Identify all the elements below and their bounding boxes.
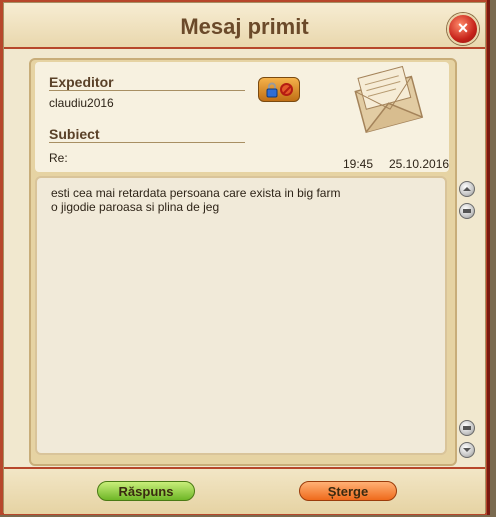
- message-text: esti cea mai retardata persoana care exi…: [51, 186, 341, 214]
- envelope-icon: [354, 65, 426, 143]
- close-button[interactable]: ×: [447, 13, 479, 45]
- scroll-down-button[interactable]: [459, 420, 475, 436]
- window-frame: Mesaj primit × Expeditor claudiu2016 Sub…: [0, 0, 490, 515]
- subject-label: Subiect: [49, 126, 100, 142]
- block-sender-button[interactable]: [258, 77, 300, 102]
- message-time: 19:45: [343, 157, 374, 171]
- sender-label: Expeditor: [49, 74, 114, 90]
- message-body[interactable]: esti cea mai retardata persoana care exi…: [35, 176, 447, 455]
- sender-value: claudiu2016: [49, 96, 114, 110]
- scroll-top-button[interactable]: [459, 181, 475, 197]
- scroll-up-icon: [463, 209, 471, 213]
- ban-icon: [279, 83, 293, 96]
- reply-button[interactable]: Răspuns: [97, 481, 195, 501]
- close-icon: ×: [457, 18, 469, 38]
- sender-divider: [49, 90, 245, 91]
- scroll-bottom-button[interactable]: [459, 442, 475, 458]
- subject-value: Re:: [49, 151, 68, 165]
- message-date: 25.10.2016: [389, 157, 450, 171]
- scroll-down-icon: [463, 426, 471, 430]
- dialog-footer: Răspuns Șterge: [4, 467, 485, 514]
- scroll-up-button[interactable]: [459, 203, 475, 219]
- lock-icon: [266, 82, 278, 98]
- message-dialog: Mesaj primit × Expeditor claudiu2016 Sub…: [3, 2, 486, 514]
- title-bar: Mesaj primit ×: [4, 3, 485, 49]
- delete-button[interactable]: Șterge: [299, 481, 397, 501]
- subject-divider: [49, 142, 245, 143]
- scroll-top-icon: [463, 187, 471, 191]
- scroll-bottom-icon: [463, 448, 471, 452]
- dialog-title: Mesaj primit: [180, 14, 309, 39]
